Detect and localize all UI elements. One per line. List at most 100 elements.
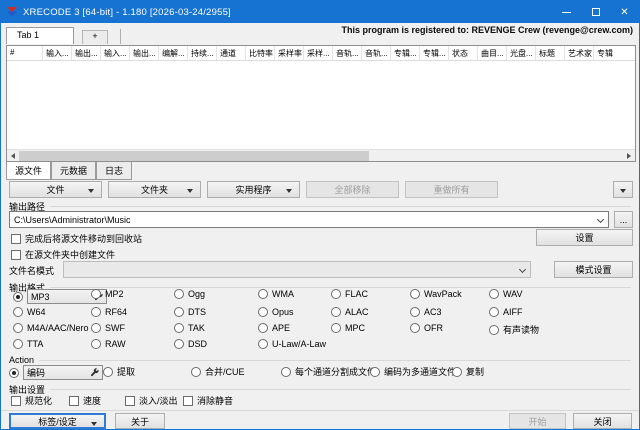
output-path-combobox[interactable]: C:\Users\Administrator\Music (9, 211, 609, 228)
tags-settings-button[interactable]: 标签/设定 (9, 413, 106, 429)
column-header[interactable]: 光盘... (507, 46, 536, 60)
radio-icon (91, 339, 101, 349)
column-header[interactable]: 输入... (43, 46, 72, 60)
add-tab-button[interactable]: + (82, 30, 108, 44)
column-header[interactable]: 输出... (72, 46, 101, 60)
close-button[interactable]: ✕ (610, 1, 639, 23)
scrollbar-track[interactable] (19, 150, 623, 162)
format-option-aiff[interactable]: AIFF (489, 307, 523, 317)
format-option-dts[interactable]: DTS (174, 307, 206, 317)
format-option-rf64[interactable]: RF64 (91, 307, 127, 317)
format-option-ogg[interactable]: Ogg (174, 289, 205, 299)
close-window-button[interactable]: 关闭 (573, 413, 632, 429)
column-header[interactable]: 编解... (159, 46, 188, 60)
format-option-mpc[interactable]: MPC (331, 323, 365, 333)
column-header[interactable]: 输入... (101, 46, 130, 60)
browse-button[interactable]: ... (614, 211, 633, 228)
format-row-3: M4A/AAC/Nero SWF TAK APE MPC OFR 有声读物 (1, 323, 640, 338)
xrecode-window: XRECODE 3 [64-bit] - 1.180 [2026-03-24/2… (0, 0, 640, 430)
fade-in-out-checkbox[interactable]: 淡入/淡出 (125, 394, 178, 407)
horizontal-scrollbar[interactable] (7, 149, 635, 161)
action-option-split-channels[interactable]: 每个通道分割成文件 (281, 365, 376, 378)
format-option-tak[interactable]: TAK (174, 323, 205, 333)
column-header[interactable]: 音轨... (333, 46, 362, 60)
format-option-flac[interactable]: FLAC (331, 289, 368, 299)
radio-icon (258, 307, 268, 317)
speed-checkbox[interactable]: 速度 (69, 394, 101, 407)
format-option-opus[interactable]: Opus (258, 307, 294, 317)
column-header[interactable]: 专辑 (594, 46, 635, 60)
pattern-settings-button[interactable]: 模式设置 (554, 261, 633, 278)
action-label: Action (9, 355, 34, 365)
column-header[interactable]: # (7, 46, 43, 60)
column-header[interactable]: 持续... (188, 46, 217, 60)
format-option-alac[interactable]: ALAC (331, 307, 369, 317)
column-header[interactable]: 比特率 (246, 46, 275, 60)
column-header[interactable]: 输出... (130, 46, 159, 60)
move-to-recycle-checkbox[interactable]: 完成后将源文件移动到回收站 (11, 232, 142, 245)
format-option-mp2[interactable]: MP2 (91, 289, 124, 299)
normalize-checkbox[interactable]: 规范化 (11, 394, 52, 407)
tab-source-files[interactable]: 源文件 (6, 162, 51, 180)
format-option-dsd[interactable]: DSD (174, 339, 207, 349)
column-header[interactable]: 状态 (449, 46, 478, 60)
action-option-encode[interactable]: 编码 (9, 365, 103, 380)
format-option-m4a-aac-nero[interactable]: M4A/AAC/Nero (13, 323, 89, 333)
scrollbar-thumb[interactable] (19, 151, 369, 161)
column-header[interactable]: 通道 (217, 46, 246, 60)
format-option-ofr[interactable]: OFR (410, 323, 443, 333)
format-option-ape[interactable]: APE (258, 323, 290, 333)
app-logo-icon (6, 6, 18, 18)
format-option-wav[interactable]: WAV (489, 289, 523, 299)
file-list-body[interactable] (7, 61, 635, 149)
minimize-button[interactable] (552, 1, 581, 23)
tab-metadata[interactable]: 元数据 (51, 162, 96, 180)
folder-menu-button[interactable]: 文件夹 (108, 181, 201, 198)
encode-settings-box[interactable]: 编码 (23, 365, 103, 380)
start-button[interactable]: 开始 (509, 413, 566, 429)
action-option-copy[interactable]: 复制 (452, 365, 484, 378)
action-option-merge-cue[interactable]: 合并/CUE (191, 365, 245, 378)
format-option-w64[interactable]: W64 (13, 307, 46, 317)
file-list-header[interactable]: # 输入... 输出... 输入... 输出... 编解... 持续... 通道… (7, 46, 635, 61)
column-header[interactable]: 音轨... (362, 46, 391, 60)
create-in-source-checkbox[interactable]: 在源文件夹中创建文件 (11, 248, 115, 261)
scroll-left-button[interactable] (7, 150, 19, 162)
remove-all-button[interactable]: 全部移除 (306, 181, 399, 198)
format-option-tta[interactable]: TTA (13, 339, 43, 349)
format-option-ac3[interactable]: AC3 (410, 307, 442, 317)
radio-icon (258, 289, 268, 299)
redo-all-button[interactable]: 重做所有 (405, 181, 498, 198)
format-option-ulaw-alaw[interactable]: U-Law/A-Law (258, 339, 326, 349)
maximize-button[interactable] (581, 1, 610, 23)
column-header[interactable]: 艺术家 (565, 46, 594, 60)
column-header[interactable]: 曲目... (478, 46, 507, 60)
column-header[interactable]: 专辑... (420, 46, 449, 60)
column-header[interactable]: 采样率 (275, 46, 304, 60)
action-option-extract[interactable]: 提取 (103, 365, 135, 378)
remove-silence-checkbox[interactable]: 消除静音 (183, 394, 233, 407)
format-option-raw[interactable]: RAW (91, 339, 126, 349)
tab-log[interactable]: 日志 (96, 162, 132, 180)
format-option-audiobook[interactable]: 有声读物 (489, 323, 539, 336)
file-menu-button[interactable]: 文件 (9, 181, 102, 198)
radio-icon (489, 289, 499, 299)
column-header[interactable]: 专辑... (391, 46, 420, 60)
filename-pattern-combobox[interactable] (63, 261, 531, 278)
column-header[interactable]: 标题 (536, 46, 565, 60)
utilities-menu-button[interactable]: 实用程序 (207, 181, 300, 198)
format-option-wavpack[interactable]: WavPack (410, 289, 462, 299)
chevron-down-icon (187, 189, 193, 193)
format-option-wma[interactable]: WMA (258, 289, 294, 299)
output-settings-button[interactable]: 设置 (536, 229, 633, 246)
action-option-multichannel[interactable]: 编码为多通道文件 (370, 365, 456, 378)
radio-icon (13, 307, 23, 317)
column-header[interactable]: 采样... (304, 46, 333, 60)
more-options-button[interactable] (613, 181, 633, 198)
radio-icon (13, 339, 23, 349)
format-option-swf[interactable]: SWF (91, 323, 125, 333)
tab-tab1[interactable]: Tab 1 (6, 27, 74, 44)
about-button[interactable]: 关于 (115, 413, 165, 429)
titlebar[interactable]: XRECODE 3 [64-bit] - 1.180 [2026-03-24/2… (1, 1, 639, 23)
scroll-right-button[interactable] (623, 150, 635, 162)
